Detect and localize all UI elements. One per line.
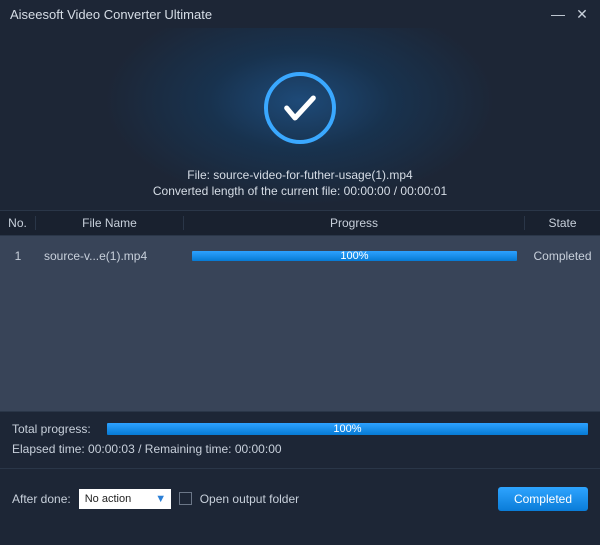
total-progress-bar: 100%: [107, 423, 588, 435]
current-file-line: File: source-video-for-futher-usage(1).m…: [187, 168, 412, 182]
open-folder-checkbox[interactable]: [179, 492, 192, 505]
window-title: Aiseesoft Video Converter Ultimate: [10, 7, 542, 22]
totals-panel: Total progress: 100% Elapsed time: 00:00…: [0, 411, 600, 468]
row-progress-cell: 100%: [184, 251, 525, 261]
footer: After done: No action ▼ Open output fold…: [0, 468, 600, 528]
after-done-value: No action: [85, 493, 131, 505]
total-progress-row: Total progress: 100%: [12, 422, 588, 436]
total-progress-percent: 100%: [333, 423, 361, 435]
time-row: Elapsed time: 00:00:03 / Remaining time:…: [12, 442, 588, 456]
total-progress-label: Total progress:: [12, 422, 107, 436]
converted-length-line: Converted length of the current file: 00…: [153, 184, 447, 198]
close-button[interactable]: ✕: [574, 6, 590, 23]
open-folder-label: Open output folder: [200, 492, 299, 506]
elapsed-label: Elapsed time:: [12, 442, 85, 456]
file-label: File:: [187, 168, 210, 182]
completed-button[interactable]: Completed: [498, 487, 588, 511]
elapsed-value: 00:00:03: [88, 442, 135, 456]
after-done-label: After done:: [12, 492, 71, 506]
row-no: 1: [0, 249, 36, 263]
remaining-label: Remaining time:: [145, 442, 232, 456]
minimize-button[interactable]: —: [550, 6, 566, 22]
header-progress: Progress: [184, 216, 525, 230]
row-filename: source-v...e(1).mp4: [36, 249, 184, 263]
header-state: State: [525, 216, 600, 230]
file-name: source-video-for-futher-usage(1).mp4: [213, 168, 412, 182]
remaining-value: 00:00:00: [235, 442, 282, 456]
length-total: 00:00:01: [400, 184, 447, 198]
after-done-select[interactable]: No action ▼: [79, 489, 171, 509]
table-body: 1 source-v...e(1).mp4 100% Completed: [0, 236, 600, 411]
row-progress-bar: 100%: [192, 251, 517, 261]
status-hero: File: source-video-for-futher-usage(1).m…: [0, 28, 600, 210]
titlebar: Aiseesoft Video Converter Ultimate — ✕: [0, 0, 600, 28]
chevron-down-icon: ▼: [153, 491, 169, 507]
header-no: No.: [0, 216, 36, 230]
length-label: Converted length of the current file:: [153, 184, 340, 198]
completed-button-label: Completed: [514, 492, 572, 506]
success-check-icon: [264, 72, 336, 144]
row-progress-percent: 100%: [340, 250, 368, 262]
row-state: Completed: [525, 249, 600, 263]
table-header: No. File Name Progress State: [0, 210, 600, 236]
header-filename: File Name: [36, 216, 184, 230]
length-current: 00:00:00: [344, 184, 391, 198]
table-row[interactable]: 1 source-v...e(1).mp4 100% Completed: [0, 236, 600, 276]
